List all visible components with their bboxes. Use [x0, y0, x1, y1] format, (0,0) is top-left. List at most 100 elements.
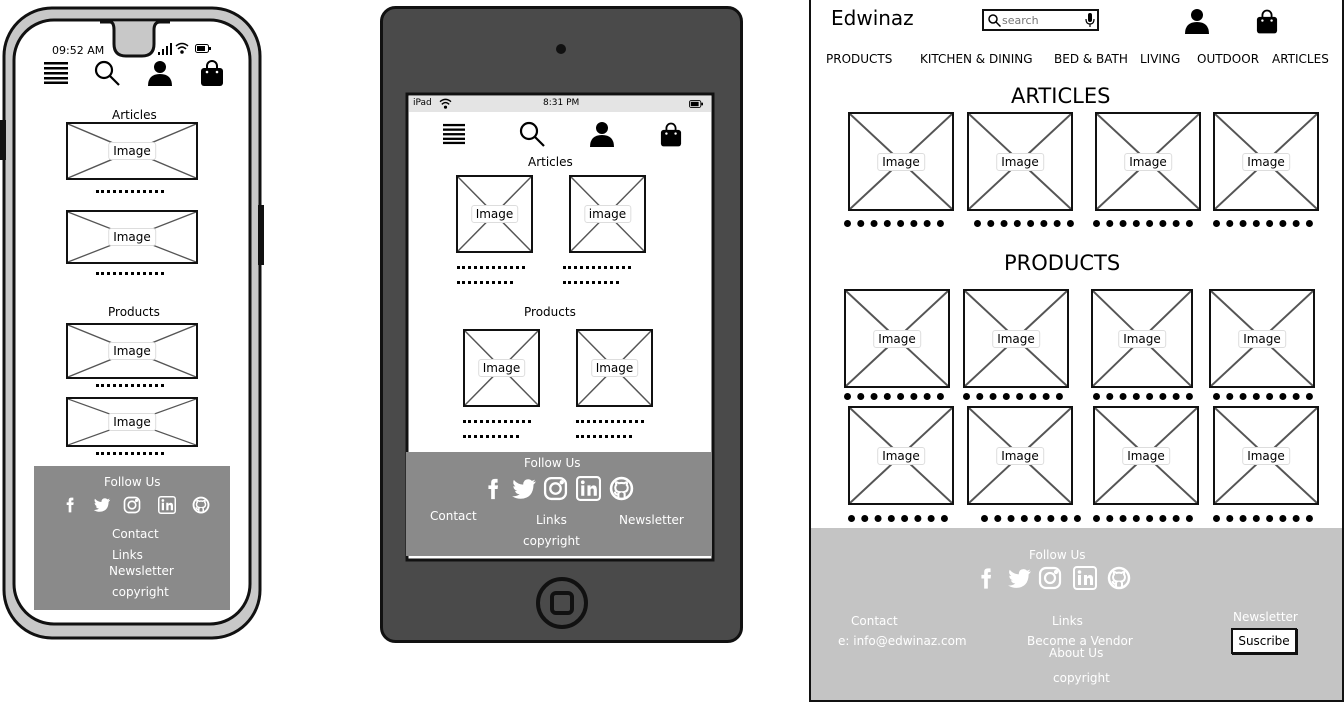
about-us-link[interactable]: About Us — [1049, 646, 1103, 660]
article-image[interactable]: image — [569, 175, 646, 253]
nav-articles[interactable]: ARTICLES — [1272, 52, 1329, 66]
image-label: Image — [996, 152, 1044, 171]
links-link[interactable]: Links — [536, 513, 567, 527]
newsletter-heading: Newsletter — [1233, 610, 1298, 624]
article-image[interactable]: Image — [66, 210, 198, 264]
user-icon[interactable] — [147, 60, 173, 86]
search-icon[interactable] — [519, 121, 545, 147]
github-icon[interactable] — [609, 476, 634, 501]
links-link[interactable]: Links — [112, 548, 143, 562]
product-caption — [1093, 393, 1193, 400]
product-image[interactable]: Image — [66, 323, 198, 379]
tablet-footer: Follow Us Contact Links Newsletter copyr… — [406, 452, 712, 556]
home-button-icon[interactable] — [535, 576, 589, 630]
product-caption — [576, 420, 644, 423]
search-bar[interactable] — [982, 9, 1099, 31]
contact-email[interactable]: e: info@edwinaz.com — [838, 634, 967, 648]
microphone-icon[interactable] — [1085, 13, 1095, 27]
article-caption — [563, 266, 631, 269]
github-icon[interactable] — [192, 496, 210, 514]
facebook-icon[interactable] — [482, 476, 504, 502]
article-caption — [96, 272, 164, 275]
github-icon[interactable] — [1107, 566, 1131, 590]
links-heading: Links — [1052, 614, 1083, 628]
facebook-icon[interactable] — [62, 496, 78, 514]
linkedin-icon[interactable] — [576, 476, 601, 501]
image-label: Image — [992, 329, 1040, 348]
bag-icon[interactable] — [660, 122, 682, 147]
newsletter-link[interactable]: Newsletter — [109, 564, 174, 578]
battery-icon — [689, 100, 703, 108]
articles-heading: ARTICLES — [1011, 84, 1111, 108]
nav-kitchen-dining[interactable]: KITCHEN & DINING — [920, 52, 1033, 66]
article-caption — [974, 220, 1074, 227]
twitter-icon[interactable] — [511, 476, 537, 502]
status-time: 09:52 AM — [52, 44, 105, 57]
product-caption — [463, 420, 531, 423]
image-label: Image — [108, 413, 156, 431]
menu-icon[interactable] — [44, 62, 68, 84]
newsletter-link[interactable]: Newsletter — [619, 513, 684, 527]
nav-products[interactable]: PRODUCTS — [826, 52, 892, 66]
linkedin-icon[interactable] — [158, 496, 176, 514]
product-image[interactable]: Image — [1213, 406, 1319, 505]
image-label: Image — [1242, 446, 1290, 465]
nav-bed-bath[interactable]: BED & BATH — [1054, 52, 1128, 66]
search-icon[interactable] — [94, 60, 120, 86]
product-image[interactable]: Image — [963, 289, 1069, 388]
nav-outdoor[interactable]: OUTDOOR — [1197, 52, 1259, 66]
article-image[interactable]: Image — [848, 112, 954, 211]
bag-icon[interactable] — [1256, 9, 1278, 34]
product-image[interactable]: Image — [967, 406, 1073, 505]
product-caption — [463, 435, 519, 438]
article-image[interactable]: Image — [1095, 112, 1201, 211]
image-label: Image — [1118, 329, 1166, 348]
product-image[interactable]: Image — [576, 329, 653, 407]
article-caption — [457, 281, 513, 284]
product-caption — [96, 452, 164, 455]
article-caption — [96, 190, 164, 193]
phone-mockup: 09:52 AM Articles Image Image Products I… — [0, 0, 270, 650]
facebook-icon[interactable] — [975, 566, 997, 591]
article-image[interactable]: Image — [967, 112, 1073, 211]
product-image[interactable]: Image — [1093, 406, 1199, 505]
instagram-icon[interactable] — [123, 496, 141, 514]
menu-icon[interactable] — [443, 123, 465, 145]
product-image[interactable]: Image — [848, 406, 954, 505]
subscribe-button[interactable]: Suscribe — [1231, 628, 1297, 654]
user-icon[interactable] — [589, 121, 615, 147]
article-image[interactable]: Image — [66, 122, 198, 180]
image-label: Image — [108, 228, 156, 246]
search-input[interactable] — [1002, 12, 1082, 28]
contact-link[interactable]: Contact — [430, 509, 477, 523]
product-image[interactable]: Image — [463, 329, 540, 407]
nav-living[interactable]: LIVING — [1140, 52, 1180, 66]
article-image[interactable]: Image — [456, 175, 533, 253]
instagram-icon[interactable] — [543, 476, 568, 501]
product-image[interactable]: Image — [1091, 289, 1193, 388]
linkedin-icon[interactable] — [1073, 566, 1097, 590]
image-label: Image — [1238, 329, 1286, 348]
products-heading: PRODUCTS — [1004, 251, 1121, 275]
follow-us-label: Follow Us — [1029, 548, 1086, 562]
image-label: Image — [1124, 152, 1172, 171]
battery-icon — [195, 44, 211, 53]
desktop-footer: Follow Us Contact e: info@edwinaz.com Li… — [811, 528, 1342, 700]
article-image[interactable]: Image — [1213, 112, 1319, 211]
products-heading: Products — [524, 305, 576, 319]
follow-us-label: Follow Us — [104, 475, 161, 489]
bag-icon[interactable] — [200, 60, 224, 86]
product-caption — [576, 435, 632, 438]
twitter-icon[interactable] — [93, 496, 111, 514]
product-image[interactable]: Image — [66, 397, 198, 447]
instagram-icon[interactable] — [1038, 566, 1062, 590]
logo[interactable]: Edwinaz — [831, 6, 914, 30]
image-label: Image — [877, 446, 925, 465]
articles-heading: Articles — [112, 108, 157, 122]
user-icon[interactable] — [1184, 8, 1210, 34]
product-image[interactable]: Image — [1209, 289, 1315, 388]
twitter-icon[interactable] — [1007, 566, 1032, 591]
product-image[interactable]: Image — [844, 289, 950, 388]
image-label: Image — [108, 342, 156, 360]
contact-link[interactable]: Contact — [112, 527, 159, 541]
